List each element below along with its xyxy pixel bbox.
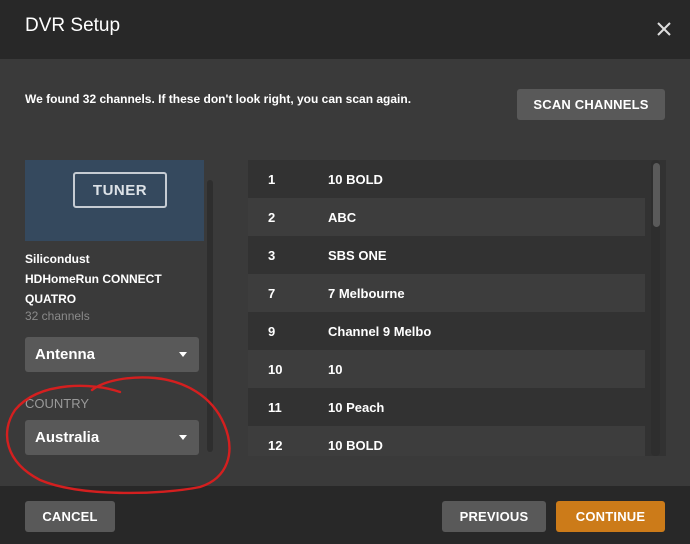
channel-number: 3 — [268, 247, 276, 263]
scan-channels-button[interactable]: SCAN CHANNELS — [517, 89, 665, 120]
device-name: Silicondust HDHomeRun CONNECT QUATRO — [25, 249, 205, 309]
continue-button[interactable]: CONTINUE — [556, 501, 665, 532]
channel-name: SBS ONE — [328, 247, 387, 263]
source-select-value: Antenna — [35, 346, 95, 363]
chevron-down-icon — [179, 435, 187, 440]
channel-number: 11 — [268, 399, 282, 415]
device-name-line1: Silicondust — [25, 252, 90, 266]
channel-row[interactable]: 11 10 Peach — [248, 388, 645, 426]
channel-row[interactable]: 12 10 BOLD — [248, 426, 645, 456]
channel-list: 1 10 BOLD 2 ABC 3 SBS ONE 7 7 Melbourne … — [248, 160, 666, 456]
channel-row[interactable]: 3 SBS ONE — [248, 236, 645, 274]
channel-number: 12 — [268, 437, 283, 453]
channel-row[interactable]: 7 7 Melbourne — [248, 274, 645, 312]
chevron-down-icon — [179, 352, 187, 357]
left-panel-scrollbar[interactable] — [207, 180, 213, 452]
source-select[interactable]: Antenna — [25, 337, 199, 372]
country-select-value: Australia — [35, 429, 100, 446]
channel-name: Channel 9 Melbo — [328, 323, 432, 339]
tuner-image-label: TUNER — [73, 172, 167, 208]
channel-name: ABC — [328, 209, 357, 225]
cancel-button[interactable]: CANCEL — [25, 501, 115, 532]
channel-name: 10 BOLD — [328, 171, 383, 187]
channel-row[interactable]: 1 10 BOLD — [248, 160, 645, 198]
channel-number: 9 — [268, 323, 276, 339]
channel-name: 10 BOLD — [328, 437, 383, 453]
channel-name: 10 — [328, 361, 343, 377]
device-name-line2: HDHomeRun CONNECT — [25, 272, 162, 286]
previous-button[interactable]: PREVIOUS — [442, 501, 546, 532]
tuner-image: TUNER — [25, 160, 204, 241]
channel-name: 10 Peach — [328, 399, 385, 415]
dialog-title: DVR Setup — [25, 15, 121, 36]
scan-result-message: We found 32 channels. If these don't loo… — [25, 92, 412, 106]
channel-number: 7 — [268, 285, 276, 301]
country-select[interactable]: Australia — [25, 420, 199, 455]
channel-row[interactable]: 2 ABC — [248, 198, 645, 236]
close-icon[interactable] — [652, 17, 676, 41]
channel-row[interactable]: 10 10 — [248, 350, 645, 388]
channel-number: 10 — [268, 361, 283, 377]
device-name-line3: QUATRO — [25, 292, 77, 306]
channel-row[interactable]: 9 Channel 9 Melbo — [248, 312, 645, 350]
channel-name: 7 Melbourne — [328, 285, 405, 301]
device-channel-count: 32 channels — [25, 309, 90, 323]
channel-number: 1 — [268, 171, 276, 187]
channel-number: 2 — [268, 209, 276, 225]
country-label: COUNTRY — [25, 396, 90, 411]
dialog-header: DVR Setup — [0, 0, 690, 59]
channel-list-scroll-thumb[interactable] — [653, 163, 660, 227]
